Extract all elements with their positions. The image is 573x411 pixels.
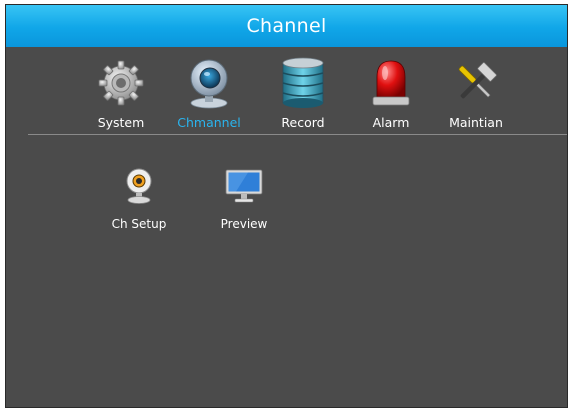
tools-icon <box>452 57 500 109</box>
channel-window: Channel System Chmannel Record Alarm Mai… <box>5 4 568 408</box>
nav-label-system: System <box>97 115 145 130</box>
siren-icon <box>367 57 415 109</box>
preview-button[interactable]: Preview <box>199 165 289 241</box>
window-title: Channel <box>246 15 327 37</box>
gear-icon <box>97 57 145 109</box>
nav-label-channel: Chmannel <box>177 115 241 130</box>
nav-item-maintain[interactable]: Maintian <box>431 57 521 133</box>
webcam-icon <box>117 165 161 207</box>
nav-label-maintain: Maintian <box>449 115 503 130</box>
preview-label: Preview <box>220 217 268 231</box>
nav-divider <box>28 134 567 135</box>
nav-item-record[interactable]: Record <box>258 57 348 133</box>
monitor-icon <box>222 165 266 207</box>
nav-item-system[interactable]: System <box>76 57 166 133</box>
main-nav: System Chmannel Record Alarm Maintian <box>6 57 567 137</box>
nav-label-alarm: Alarm <box>372 115 410 130</box>
ch-setup-label: Ch Setup <box>111 217 167 231</box>
camera-icon <box>185 57 233 109</box>
title-bar: Channel <box>6 5 567 47</box>
nav-label-record: Record <box>281 115 325 130</box>
nav-item-alarm[interactable]: Alarm <box>346 57 436 133</box>
hard-disk-icon <box>279 57 327 109</box>
nav-item-channel[interactable]: Chmannel <box>164 57 254 133</box>
ch-setup-button[interactable]: Ch Setup <box>94 165 184 241</box>
